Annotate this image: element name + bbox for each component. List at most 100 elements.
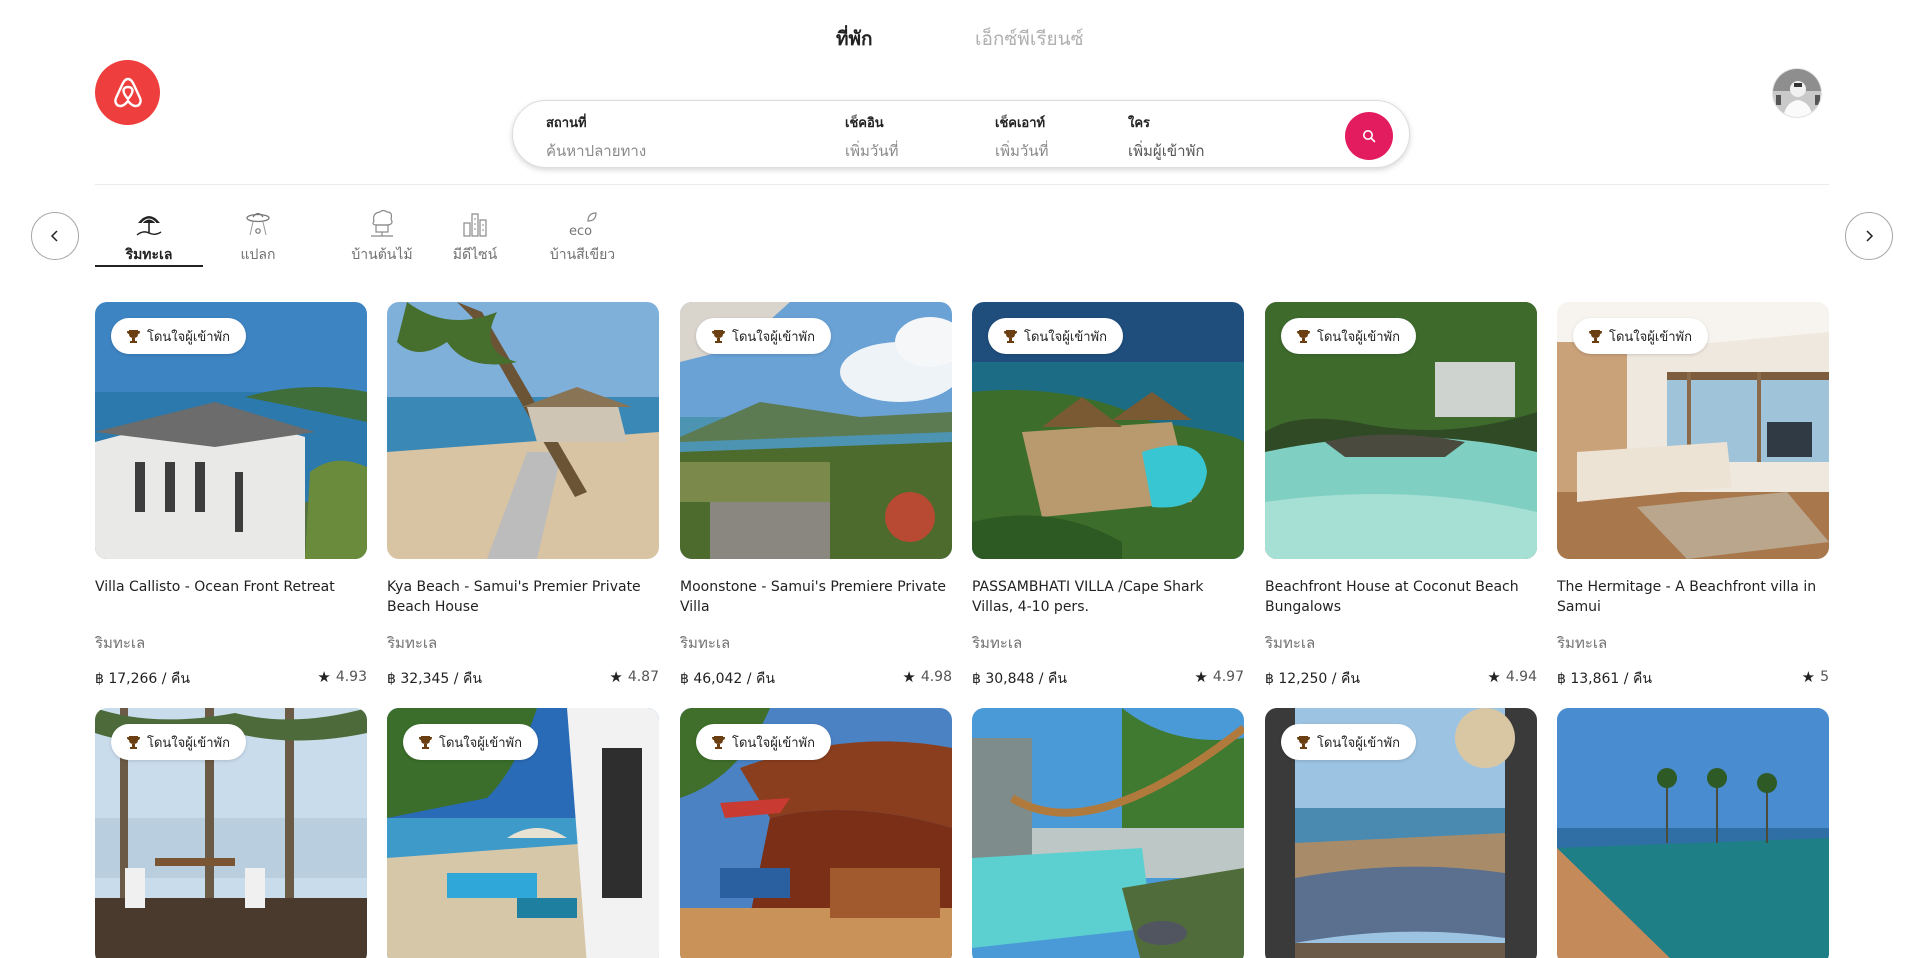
trophy-icon bbox=[1297, 735, 1310, 749]
checkout-input[interactable]: เพิ่มวันที่ bbox=[995, 139, 1048, 163]
category-label: แปลก bbox=[240, 247, 276, 263]
guest-favorite-badge: โดนใจผู้เข้าพัก bbox=[403, 724, 538, 760]
listing-rating: ★ 4.93 bbox=[317, 668, 367, 686]
user-avatar[interactable] bbox=[1772, 68, 1822, 118]
search-guests[interactable]: ใคร เพิ่มผู้เข้าพัก bbox=[1128, 112, 1204, 163]
tab-stays[interactable]: ที่พัก bbox=[836, 24, 873, 54]
listing-title[interactable]: Villa Callisto - Ocean Front Retreat bbox=[95, 577, 367, 597]
listing-price: ฿ 17,266 / คืน bbox=[95, 671, 190, 687]
avatar-photo bbox=[1773, 69, 1821, 117]
category-beachfront[interactable]: ริมทะเล bbox=[95, 207, 203, 267]
trophy-icon bbox=[712, 329, 725, 343]
guest-favorite-badge: โดนใจผู้เข้าพัก bbox=[111, 318, 246, 354]
search-checkin[interactable]: เช็คอิน เพิ่มวันที่ bbox=[845, 112, 898, 163]
listing-photo[interactable] bbox=[387, 302, 659, 559]
search-bar: สถานที่ ค้นหาปลายทาง เช็คอิน เพิ่มวันที่… bbox=[512, 100, 1410, 168]
guests-label: ใคร bbox=[1128, 116, 1151, 131]
badge-label: โดนใจผู้เข้าพัก bbox=[732, 329, 815, 345]
listing-category: ริมทะเล bbox=[387, 634, 438, 652]
star-icon: ★ bbox=[1487, 668, 1501, 686]
listing-title[interactable]: Beachfront House at Coconut Beach Bungal… bbox=[1265, 577, 1537, 617]
rating-value: 4.93 bbox=[335, 669, 367, 685]
category-label: ริมทะเล bbox=[125, 247, 173, 263]
listing-price: ฿ 46,042 / คืน bbox=[680, 671, 775, 687]
location-input[interactable]: ค้นหาปลายทาง bbox=[546, 139, 646, 163]
guest-favorite-badge: โดนใจผู้เข้าพัก bbox=[696, 318, 831, 354]
listing-title[interactable]: Kya Beach - Samui's Premier Private Beac… bbox=[387, 577, 659, 617]
star-icon: ★ bbox=[1801, 668, 1816, 686]
airbnb-logo-icon bbox=[113, 77, 142, 107]
listing-price: ฿ 13,861 / คืน bbox=[1557, 671, 1652, 687]
category-eco[interactable]: eco บ้านสีเขียว bbox=[545, 207, 620, 267]
badge-label: โดนใจผู้เข้าพัก bbox=[1317, 735, 1400, 751]
trophy-icon bbox=[1589, 329, 1602, 343]
categories-next-button[interactable] bbox=[1845, 212, 1893, 260]
trophy-icon bbox=[712, 735, 725, 749]
chevron-right-icon bbox=[1866, 230, 1874, 242]
listing-rating: ★ 4.94 bbox=[1487, 668, 1537, 686]
tab-experiences[interactable]: เอ็กซ์พีเรียนซ์ bbox=[975, 24, 1084, 54]
guest-favorite-badge: โดนใจผู้เข้าพัก bbox=[1573, 318, 1708, 354]
listing-title[interactable]: The Hermitage - A Beachfront villa in Sa… bbox=[1557, 577, 1829, 617]
badge-label: โดนใจผู้เข้าพัก bbox=[147, 329, 230, 345]
star-icon: ★ bbox=[1194, 668, 1208, 686]
category-unusual[interactable]: แปลก bbox=[222, 207, 294, 267]
chevron-left-icon bbox=[50, 230, 58, 242]
guest-favorite-badge: โดนใจผู้เข้าพัก bbox=[111, 724, 246, 760]
svg-text:eco: eco bbox=[569, 224, 592, 237]
category-label: บ้านสีเขียว bbox=[549, 247, 616, 263]
category-treehouse[interactable]: บ้านต้นไม้ bbox=[332, 207, 432, 267]
listing-category: ริมทะเล bbox=[680, 634, 731, 652]
listing-category: ริมทะเล bbox=[1557, 634, 1608, 652]
header-divider bbox=[95, 184, 1829, 185]
rating-value: 4.87 bbox=[627, 669, 659, 685]
rating-value: 4.97 bbox=[1212, 669, 1244, 685]
beach-umbrella-icon bbox=[95, 207, 203, 237]
rating-value: 5 bbox=[1820, 669, 1829, 685]
listing-category: ริมทะเล bbox=[1265, 634, 1316, 652]
checkout-label: เช็คเอาท์ bbox=[995, 116, 1046, 131]
ufo-icon bbox=[222, 207, 294, 237]
rating-value: 4.94 bbox=[1505, 669, 1537, 685]
badge-label: โดนใจผู้เข้าพัก bbox=[732, 735, 815, 751]
guest-favorite-badge: โดนใจผู้เข้าพัก bbox=[696, 724, 831, 760]
eco-icon: eco bbox=[545, 207, 620, 237]
listing-title[interactable]: Moonstone - Samui's Premiere Private Vil… bbox=[680, 577, 952, 617]
top-tabs: ที่พัก เอ็กซ์พีเรียนซ์ bbox=[0, 24, 1919, 52]
star-icon: ★ bbox=[317, 668, 331, 686]
listing-photo[interactable] bbox=[972, 708, 1244, 958]
rating-value: 4.98 bbox=[920, 669, 952, 685]
guest-favorite-badge: โดนใจผู้เข้าพัก bbox=[1281, 318, 1416, 354]
trophy-icon bbox=[1297, 329, 1310, 343]
search-checkout[interactable]: เช็คเอาท์ เพิ่มวันที่ bbox=[995, 112, 1048, 163]
trophy-icon bbox=[419, 735, 432, 749]
checkin-input[interactable]: เพิ่มวันที่ bbox=[845, 139, 898, 163]
guests-input[interactable]: เพิ่มผู้เข้าพัก bbox=[1128, 139, 1204, 163]
design-building-icon bbox=[445, 207, 505, 237]
category-design[interactable]: มีดีไซน์ bbox=[445, 207, 505, 267]
trophy-icon bbox=[1004, 329, 1017, 343]
listing-rating: ★ 4.98 bbox=[902, 668, 952, 686]
category-label: บ้านต้นไม้ bbox=[351, 247, 413, 263]
guest-favorite-badge: โดนใจผู้เข้าพัก bbox=[988, 318, 1123, 354]
checkin-label: เช็คอิน bbox=[845, 116, 884, 131]
listing-rating: ★ 5 bbox=[1802, 668, 1829, 686]
badge-label: โดนใจผู้เข้าพัก bbox=[1609, 329, 1692, 345]
badge-label: โดนใจผู้เข้าพัก bbox=[439, 735, 522, 751]
listing-price: ฿ 12,250 / คืน bbox=[1265, 671, 1360, 687]
listing-price: ฿ 30,848 / คืน bbox=[972, 671, 1067, 687]
listing-title[interactable]: PASSAMBHATI VILLA /Cape Shark Villas, 4-… bbox=[972, 577, 1244, 617]
listing-category: ริมทะเล bbox=[972, 634, 1023, 652]
categories-prev-button[interactable] bbox=[31, 212, 79, 260]
badge-label: โดนใจผู้เข้าพัก bbox=[147, 735, 230, 751]
star-icon: ★ bbox=[609, 668, 623, 686]
search-button[interactable] bbox=[1345, 112, 1393, 160]
listing-photo[interactable] bbox=[1557, 708, 1829, 958]
search-location[interactable]: สถานที่ ค้นหาปลายทาง bbox=[546, 112, 646, 163]
guest-favorite-badge: โดนใจผู้เข้าพัก bbox=[1281, 724, 1416, 760]
airbnb-logo[interactable] bbox=[95, 60, 160, 125]
search-icon bbox=[1363, 130, 1376, 143]
treehouse-icon bbox=[332, 207, 432, 237]
category-label: มีดีไซน์ bbox=[452, 247, 498, 263]
listing-category: ริมทะเล bbox=[95, 634, 146, 652]
